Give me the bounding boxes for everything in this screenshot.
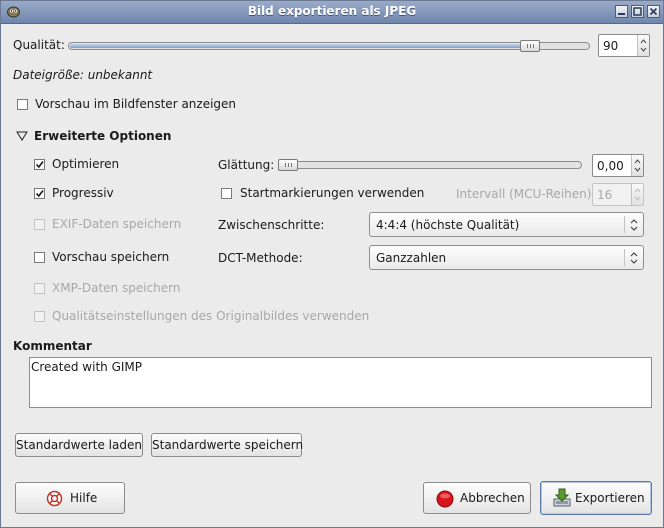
help-button[interactable]: Hilfe (15, 482, 125, 514)
thumbnail-label: Vorschau speichern (52, 250, 170, 264)
exif-label: EXIF-Daten speichern (52, 217, 182, 231)
spin-arrows-icon[interactable] (637, 35, 649, 56)
comment-text: Created with GIMP (31, 360, 143, 374)
subsampling-label: Zwischenschritte: (218, 218, 325, 232)
thumbnail-checkbox[interactable] (34, 252, 45, 263)
combo-arrows-icon (630, 252, 638, 264)
spin-arrows-icon (631, 184, 643, 205)
help-lifebuoy-icon (46, 490, 63, 507)
dct-value: Ganzzahlen (376, 251, 447, 265)
spin-arrows-icon[interactable] (631, 155, 643, 176)
checkmark-icon (35, 161, 44, 169)
exif-checkbox (34, 219, 45, 230)
save-defaults-button[interactable]: Standardwerte speichern (151, 433, 303, 457)
quality-slider-handle[interactable] (520, 40, 540, 52)
smoothing-slider-handle[interactable] (278, 159, 298, 171)
load-defaults-button[interactable]: Standardwerte laden (15, 433, 143, 457)
expander-triangle-icon[interactable] (16, 131, 28, 141)
checkmark-icon (35, 190, 44, 198)
quality-spinbox[interactable]: 90 (598, 34, 650, 57)
original-quality-checkbox (34, 311, 45, 322)
quality-slider-trough (68, 42, 590, 50)
interval-value: 16 (597, 188, 613, 202)
xmp-checkbox (34, 283, 45, 294)
interval-spinbox: 16 (592, 183, 644, 206)
title-bar[interactable]: Bild exportieren als JPEG (1, 1, 663, 24)
subsampling-combo[interactable]: 4:4:4 (höchste Qualität) (369, 212, 644, 237)
close-window-button[interactable] (647, 5, 660, 18)
original-quality-label: Qualitätseinstellungen des Originalbilde… (52, 309, 370, 323)
smoothing-slider-trough (278, 161, 582, 169)
preview-window-checkbox[interactable] (17, 99, 28, 110)
advanced-options-expander[interactable]: Erweiterte Optionen (34, 129, 171, 143)
subsampling-value: 4:4:4 (höchste Qualität) (376, 218, 520, 232)
restart-markers-label: Startmarkierungen verwenden (240, 186, 425, 200)
cancel-button[interactable]: Abbrechen (423, 482, 531, 514)
export-button[interactable]: Exportieren (540, 481, 652, 515)
progressive-checkbox[interactable] (34, 188, 45, 199)
export-icon (553, 488, 571, 507)
comment-heading: Kommentar (13, 339, 92, 353)
comment-textarea[interactable]: Created with GIMP (29, 357, 652, 408)
cancel-button-label: Abbrechen (460, 491, 525, 505)
dct-label: DCT-Methode: (218, 251, 303, 265)
export-jpeg-dialog: Bild exportieren als JPEG Qualität: 90 D… (0, 0, 664, 528)
xmp-label: XMP-Daten speichern (52, 281, 181, 295)
restart-markers-checkbox[interactable] (221, 188, 232, 199)
progressive-label: Progressiv (52, 186, 114, 200)
smoothing-label: Glättung: (218, 158, 275, 172)
minimize-icon (618, 13, 625, 15)
smoothing-value: 0,00 (597, 159, 624, 173)
maximize-icon (633, 7, 642, 16)
quality-slider[interactable] (68, 39, 590, 53)
quality-label: Qualität: (13, 38, 65, 52)
close-icon (649, 7, 658, 16)
quality-value: 90 (603, 39, 619, 53)
interval-label: Intervall (MCU-Reihen): (456, 187, 596, 201)
smoothing-slider[interactable] (278, 158, 582, 172)
window-title: Bild exportieren als JPEG (247, 4, 417, 18)
quality-slider-fill (70, 44, 532, 48)
optimize-label: Optimieren (52, 157, 120, 171)
minimize-button[interactable] (615, 5, 628, 18)
export-button-label: Exportieren (575, 491, 645, 505)
preview-window-label: Vorschau im Bildfenster anzeigen (35, 97, 237, 111)
maximize-button[interactable] (631, 5, 644, 18)
help-button-label: Hilfe (70, 491, 98, 505)
filesize-text: Dateigröße: unbekannt (13, 68, 153, 82)
combo-arrows-icon (630, 219, 638, 231)
stop-icon (436, 490, 454, 508)
optimize-checkbox[interactable] (34, 159, 45, 170)
smoothing-spinbox[interactable]: 0,00 (592, 154, 644, 177)
dct-combo[interactable]: Ganzzahlen (369, 245, 644, 270)
